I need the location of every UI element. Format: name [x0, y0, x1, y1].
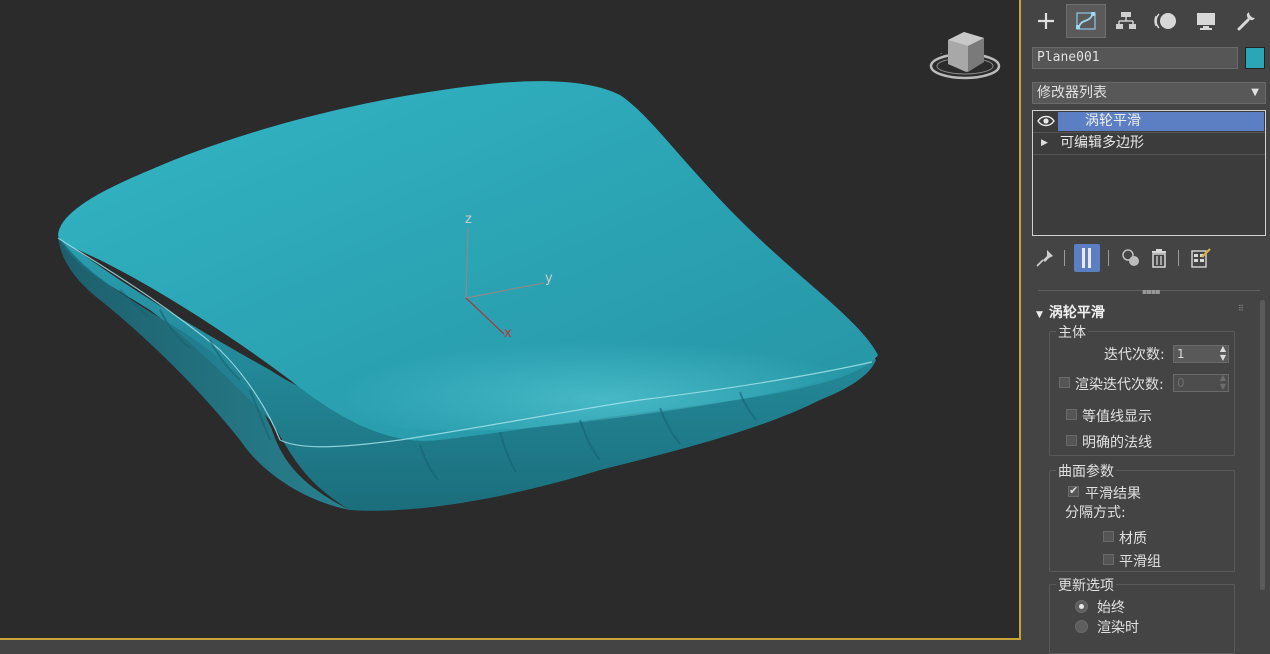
modifier-stack: 涡轮平滑 ▶ 可编辑多边形 [1032, 110, 1266, 236]
make-unique-icon [1122, 249, 1139, 266]
eye-visibility-icon[interactable] [1037, 113, 1055, 129]
material-checkbox[interactable] [1103, 531, 1114, 542]
axis-x-label: x [504, 326, 512, 341]
separate-by-label: 分隔方式: [1065, 505, 1126, 521]
display-monitor-icon [1197, 13, 1215, 30]
create-tab[interactable] [1026, 4, 1066, 38]
render-iters-value: 0 [1177, 376, 1185, 390]
surface-params-title: 曲面参数 [1056, 461, 1116, 481]
always-radio[interactable] [1075, 600, 1088, 613]
make-unique-button[interactable] [1118, 244, 1144, 272]
configure-sets-icon [1191, 248, 1211, 268]
spinner-arrows-icon[interactable]: ▲ ▼ [1220, 373, 1226, 391]
smoothing-groups-label: 平滑组 [1119, 554, 1161, 570]
isoline-checkbox[interactable] [1066, 409, 1077, 420]
pin-icon [1036, 250, 1053, 267]
iterations-spinner[interactable]: 1 ▲ ▼ [1173, 344, 1229, 363]
explicit-normals-checkbox[interactable] [1066, 435, 1077, 446]
modify-curve-icon [1076, 12, 1096, 30]
turbosmooth-rollout-header[interactable]: ▼ 涡轮平滑 [1036, 302, 1105, 322]
always-label: 始终 [1097, 600, 1125, 616]
end-result-icon [1082, 248, 1091, 268]
svg-text:·: · [940, 50, 942, 58]
material-label: 材质 [1119, 531, 1147, 547]
stack-item-label: 可编辑多边形 [1060, 135, 1144, 151]
when-rendering-label: 渲染时 [1097, 620, 1139, 636]
remove-modifier-button[interactable] [1146, 244, 1172, 272]
configure-modifier-sets-button[interactable] [1188, 244, 1214, 272]
motion-tab[interactable] [1146, 4, 1186, 38]
when-rendering-radio[interactable] [1075, 620, 1088, 633]
stack-item-label: 涡轮平滑 [1085, 113, 1141, 129]
render-iters-spinner[interactable]: 0 ▲ ▼ [1173, 373, 1229, 392]
utilities-tab[interactable] [1226, 4, 1266, 38]
modify-tab[interactable] [1066, 4, 1106, 38]
isoline-label: 等值线显示 [1082, 409, 1152, 425]
explicit-normals-label: 明确的法线 [1082, 435, 1152, 451]
axis-y-label: y [545, 271, 553, 286]
spinner-arrows-icon[interactable]: ▲ ▼ [1220, 344, 1226, 362]
hierarchy-tab[interactable] [1106, 4, 1146, 38]
update-options-title: 更新选项 [1056, 575, 1116, 595]
perspective-viewport[interactable]: · z y x [0, 0, 1021, 640]
stack-item-editable-poly[interactable]: ▶ 可编辑多边形 [1033, 133, 1265, 155]
expand-triangle-icon[interactable]: ▶ [1041, 133, 1048, 154]
main-group-title: 主体 [1056, 322, 1088, 342]
utilities-wrench-icon [1237, 12, 1255, 31]
collapse-triangle-icon: ▼ [1036, 310, 1043, 320]
trash-icon [1152, 249, 1166, 268]
smoothing-groups-checkbox[interactable] [1103, 554, 1114, 565]
modifier-list-label: 修改器列表 [1037, 85, 1107, 101]
command-panel: Plane001 修改器列表 ▼ 涡轮平滑 ▶ 可编辑多边形 ▪▪▪▪ ▼ 涡轮… [1022, 0, 1270, 654]
show-end-result-button[interactable] [1074, 244, 1100, 272]
rollout-title: 涡轮平滑 [1048, 305, 1105, 321]
dropdown-arrow-icon: ▼ [1251, 87, 1259, 98]
stack-item-turbosmooth[interactable]: 涡轮平滑 [1033, 111, 1265, 133]
command-panel-tabs [1026, 4, 1266, 38]
pillow-object[interactable] [57, 81, 878, 511]
pin-stack-button[interactable] [1032, 244, 1058, 272]
display-tab[interactable] [1186, 4, 1226, 38]
object-color-swatch[interactable] [1245, 47, 1265, 69]
axis-z-label: z [465, 212, 472, 227]
rollout-grip-icon[interactable]: ⠿ [1238, 304, 1244, 313]
create-plus-icon [1038, 13, 1054, 29]
viewcube[interactable]: · [929, 32, 1001, 80]
viewport-canvas: · [57, 32, 1001, 511]
object-name-field[interactable]: Plane001 [1032, 47, 1238, 69]
checkmark-icon: ✔ [1069, 484, 1079, 497]
iterations-value: 1 [1177, 347, 1185, 361]
smooth-result-label: 平滑结果 [1085, 486, 1141, 502]
render-iters-label: 渲染迭代次数: [1075, 377, 1164, 393]
modifier-list-dropdown[interactable]: 修改器列表 ▼ [1032, 82, 1266, 104]
object-name-row: Plane001 [1032, 47, 1266, 71]
resize-grip-icon[interactable]: ▪▪▪▪ [1142, 287, 1161, 296]
hierarchy-icon [1116, 12, 1136, 29]
motion-icon [1154, 13, 1176, 29]
render-iters-checkbox[interactable] [1059, 377, 1070, 388]
stack-toolbar [1032, 244, 1266, 274]
iterations-label: 迭代次数: [1104, 347, 1165, 363]
panel-scrollbar[interactable] [1260, 300, 1265, 590]
